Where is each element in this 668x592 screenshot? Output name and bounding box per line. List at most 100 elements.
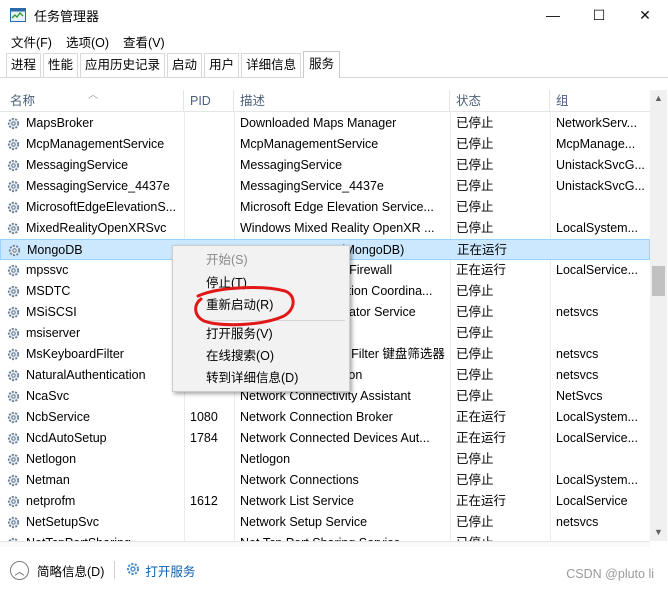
table-header: ︿ 名称 PID 描述 状态 组	[0, 90, 650, 112]
table-row[interactable]: NcbService 1080 Network Connection Broker 正…	[0, 407, 650, 428]
table-row[interactable]: Netman Network Connections 已停止 LocalSystem.…	[0, 470, 650, 491]
group-cell: LocalSystem...	[556, 473, 638, 487]
window-title: 任务管理器	[34, 8, 100, 24]
description-cell: Network Connection Broker	[240, 410, 393, 424]
menu-options[interactable]: 选项(O)	[59, 32, 116, 51]
group-cell: LocalSystem...	[556, 410, 638, 424]
maximize-button[interactable]: ☐	[576, 0, 622, 30]
menu-view[interactable]: 查看(V)	[116, 32, 172, 51]
service-name: MSiSCSI	[26, 305, 77, 319]
table-row[interactable]: MixedRealityOpenXRSvc Windows Mixed Reali…	[0, 218, 650, 239]
menu-file[interactable]: 文件(F)	[4, 32, 59, 51]
tab-services[interactable]: 服务	[303, 51, 341, 78]
tab-details[interactable]: 详细信息	[241, 53, 302, 77]
scroll-thumb[interactable]	[652, 266, 665, 296]
table-row[interactable]: MessagingService_4437e MessagingService_4…	[0, 176, 650, 197]
group-cell: netsvcs	[556, 347, 599, 361]
table-row[interactable]: McpManagementService McpManagementService…	[0, 134, 650, 155]
status-cell: 已停止	[456, 347, 494, 361]
minimize-button[interactable]: —	[530, 0, 576, 30]
open-services-link[interactable]: 打开服务	[145, 561, 195, 580]
menu-bar: 文件(F) 选项(O) 查看(V)	[0, 30, 668, 52]
column-header-group[interactable]: 组	[550, 90, 650, 112]
status-cell: 已停止	[456, 473, 494, 487]
description-cell: Windows Mixed Reality OpenXR ...	[240, 221, 435, 235]
pid-cell	[190, 512, 232, 533]
tab-users[interactable]: 用户	[204, 53, 240, 77]
table-row[interactable]: MapsBroker Downloaded Maps Manager 已停止 Netw…	[0, 113, 650, 134]
pid-cell: 1612	[190, 494, 218, 508]
column-header-pid[interactable]: PID	[184, 90, 234, 112]
collapse-chevron-icon[interactable]: ︿	[10, 560, 29, 580]
service-name-cell: MSiSCSI	[6, 302, 182, 323]
tab-processes[interactable]: 进程	[6, 53, 42, 77]
tab-bar: 进程 性能 应用历史记录 启动 用户 详细信息 服务	[0, 51, 668, 78]
service-name-cell: NetTcpPortSharing	[6, 533, 182, 541]
column-header-status[interactable]: 状态	[450, 90, 550, 112]
group-cell	[556, 533, 644, 541]
status-cell: 已停止	[456, 221, 494, 235]
description-cell: Network List Service	[240, 494, 354, 508]
pid-cell	[190, 176, 232, 197]
menu-item-restart[interactable]: 重新启动(R)	[206, 295, 273, 315]
service-name: MessagingService	[26, 158, 129, 172]
vertical-scrollbar[interactable]: ▲ ▼	[650, 90, 667, 541]
scroll-up-icon[interactable]: ▲	[650, 90, 667, 107]
menu-item-search-online[interactable]: 在线搜索(O)	[206, 346, 274, 366]
table-row[interactable]: NcdAutoSetup 1784 Network Connected Device…	[0, 428, 650, 449]
tab-startup[interactable]: 启动	[167, 53, 203, 77]
group-cell	[557, 240, 645, 261]
description-cell: Downloaded Maps Manager	[240, 116, 397, 130]
tab-performance[interactable]: 性能	[43, 53, 79, 77]
group-cell: LocalSystem...	[556, 221, 638, 235]
task-manager-icon	[10, 7, 26, 23]
pid-cell	[190, 449, 232, 470]
service-name: NcbService	[26, 410, 90, 424]
status-cell: 正在运行	[457, 243, 508, 257]
service-name-cell: MixedRealityOpenXRSvc	[6, 218, 182, 239]
menu-item-start[interactable]: 开始(S)	[206, 250, 248, 270]
group-cell: UnistackSvcG...	[556, 179, 644, 193]
table-row[interactable]: MicrosoftEdgeElevationS... Microsoft Edge…	[0, 197, 650, 218]
scroll-down-icon[interactable]: ▼	[650, 524, 667, 541]
service-name: MixedRealityOpenXRSvc	[26, 221, 167, 235]
service-name-cell: Netman	[6, 470, 182, 491]
menu-separator	[201, 320, 345, 321]
service-name-cell: msiserver	[6, 323, 182, 344]
column-header-description[interactable]: 描述	[234, 90, 450, 112]
status-cell: 已停止	[456, 389, 494, 403]
description-cell: Net.Tcp Port Sharing Service	[240, 533, 445, 541]
status-cell: 已停止	[456, 368, 494, 382]
service-name-cell: NcaSvc	[6, 386, 182, 407]
service-name: MsKeyboardFilter	[26, 347, 124, 361]
status-cell: 已停止	[456, 515, 494, 529]
title-bar[interactable]: 任务管理器 — ☐ ✕	[0, 0, 668, 30]
tab-app-history[interactable]: 应用历史记录	[80, 53, 166, 77]
description-cell: Netlogon	[240, 452, 291, 466]
status-cell: 已停止	[456, 200, 494, 214]
table-row[interactable]: NetSetupSvc Network Setup Service 已停止 netsv…	[0, 512, 650, 533]
service-name-cell: MSDTC	[6, 281, 182, 302]
brief-details-button[interactable]: 简略信息(D)	[37, 561, 104, 580]
menu-item-stop[interactable]: 停止(T)	[206, 273, 247, 293]
table-row[interactable]: Netlogon Netlogon 已停止	[0, 449, 650, 470]
status-cell: 已停止	[456, 452, 494, 466]
minimize-icon: —	[546, 7, 560, 23]
service-name-cell: MessagingService	[6, 155, 182, 176]
pid-cell: 1080	[190, 410, 218, 424]
group-cell	[556, 197, 644, 218]
service-name: netprofm	[26, 494, 76, 508]
status-cell: 正在运行	[456, 494, 507, 508]
table-row[interactable]: MessagingService MessagingService 已停止 Unist…	[0, 155, 650, 176]
pid-cell	[190, 197, 232, 218]
table-row[interactable]: NetTcpPortSharing Net.Tcp Port Sharing Se…	[0, 533, 650, 541]
column-header-name[interactable]: 名称	[4, 90, 184, 112]
pid-cell	[190, 470, 232, 491]
menu-item-go-to-details[interactable]: 转到详细信息(D)	[206, 368, 298, 388]
description-cell: MessagingService	[240, 158, 343, 172]
status-cell: 已停止	[456, 158, 494, 172]
table-row[interactable]: netprofm 1612 Network List Service 正在运行 Loca…	[0, 491, 650, 512]
menu-item-open-services[interactable]: 打开服务(V)	[206, 324, 273, 344]
service-name: MapsBroker	[26, 116, 94, 130]
close-button[interactable]: ✕	[622, 0, 668, 30]
